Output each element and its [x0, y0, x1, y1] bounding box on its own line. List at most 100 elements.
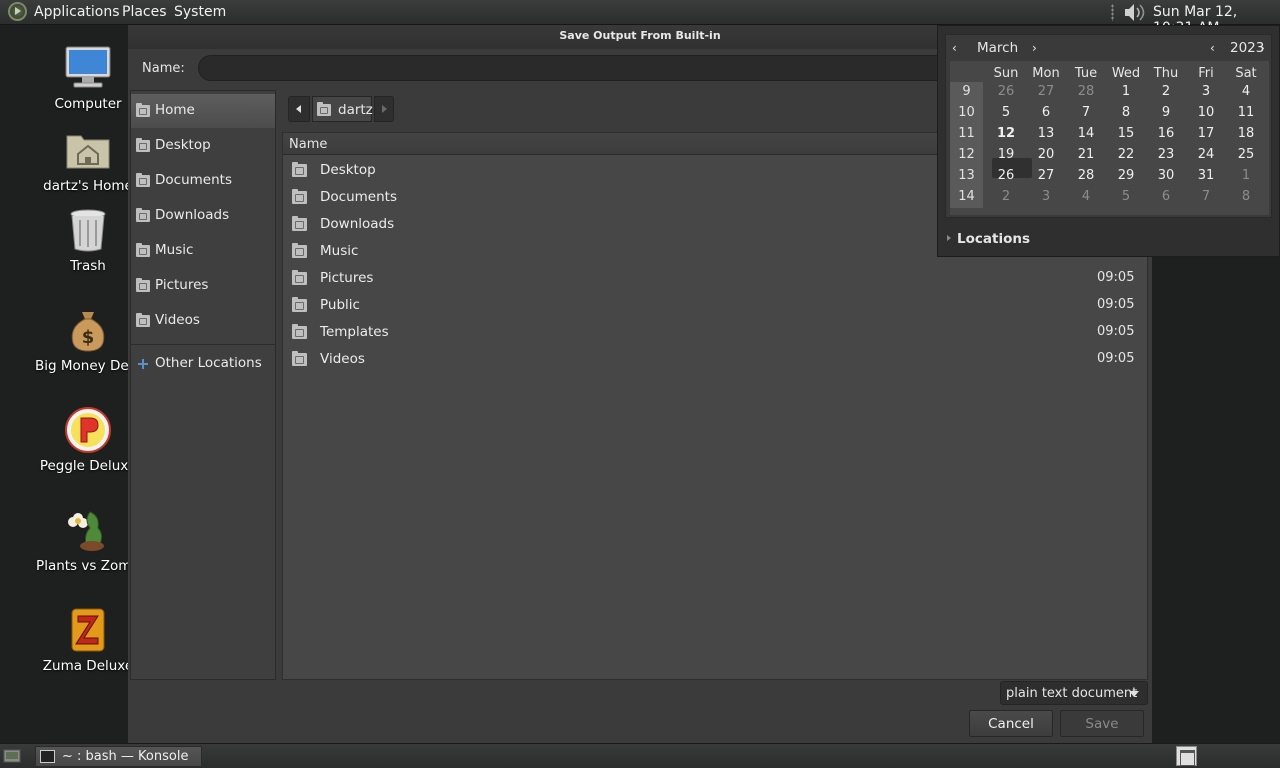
volume-icon[interactable] [1122, 2, 1146, 23]
sidebar-item-label: Documents [155, 172, 232, 188]
calendar-day[interactable]: 7 [1186, 187, 1226, 208]
save-button[interactable]: Save [1060, 710, 1144, 737]
next-month-button[interactable]: › [1032, 41, 1037, 55]
prev-year-button[interactable]: ‹ [1210, 41, 1215, 55]
calendar-day[interactable]: 24 [1186, 145, 1226, 166]
sidebar-item-label: Videos [155, 312, 200, 328]
calendar-widget: ‹ March › ‹ 2023 › Sun Mon Tue Wed Thu Fri Sat… [945, 34, 1272, 218]
calendar-day[interactable]: 2 [1146, 82, 1186, 103]
calendar-day[interactable]: 19 [986, 145, 1026, 166]
calendar-day[interactable]: 31 [1186, 166, 1226, 187]
places-sidebar: Home Desktop Documents Downloads Music P… [130, 90, 276, 680]
calendar-day[interactable]: 30 [1146, 166, 1186, 187]
next-year-button[interactable]: › [1260, 41, 1265, 55]
taskbar-item-konsole[interactable]: ~ : bash — Konsole [35, 746, 202, 767]
calendar-day[interactable]: 26 [986, 166, 1026, 187]
calendar-day[interactable]: 1 [1226, 166, 1266, 187]
calendar-day[interactable]: 13 [1026, 124, 1066, 145]
calendar-day[interactable]: 21 [1066, 145, 1106, 166]
calendar-day[interactable]: 18 [1226, 124, 1266, 145]
calendar-day[interactable]: 7 [1066, 103, 1106, 124]
places-menu[interactable]: Places [122, 4, 167, 20]
cancel-button[interactable]: Cancel [969, 710, 1053, 737]
calendar-day[interactable]: 25 [1226, 145, 1266, 166]
path-back-button[interactable] [288, 96, 310, 122]
distro-logo-icon[interactable] [8, 2, 27, 21]
calendar-day[interactable]: 11 [1226, 103, 1266, 124]
calendar-day[interactable]: 9 [1146, 103, 1186, 124]
applications-menu[interactable]: Applications [34, 4, 120, 20]
folder-icon [292, 351, 307, 366]
path-forward-button[interactable] [374, 96, 394, 122]
sidebar-item-videos[interactable]: Videos [131, 304, 275, 338]
file-name: Videos [320, 351, 365, 367]
calendar-day[interactable]: 27 [1026, 82, 1066, 103]
calendar-day[interactable]: 28 [1066, 166, 1106, 187]
file-name: Documents [320, 189, 397, 205]
calendar-day[interactable]: 8 [1106, 103, 1146, 124]
file-row[interactable]: Pictures 09:05 [283, 265, 1147, 292]
svg-text:$: $ [82, 327, 95, 348]
weekday-header: Thu [1153, 66, 1179, 81]
calendar-day[interactable]: 2 [986, 187, 1026, 208]
pictures-folder-icon [136, 278, 150, 292]
calendar-day[interactable]: 10 [1186, 103, 1226, 124]
calendar-day[interactable]: 29 [1106, 166, 1146, 187]
calendar-day[interactable]: 17 [1186, 124, 1226, 145]
file-row[interactable]: Videos 09:05 [283, 346, 1147, 373]
calendar-day[interactable]: 1 [1106, 82, 1146, 103]
sidebar-item-label: Home [155, 102, 195, 118]
workspace-switcher[interactable] [1176, 746, 1197, 766]
file-row[interactable]: Public 09:05 [283, 292, 1147, 319]
desktop-folder-icon [136, 138, 150, 152]
calendar-day[interactable]: 27 [1026, 166, 1066, 187]
path-crumb-home[interactable]: dartz [312, 96, 373, 122]
sidebar-item-home[interactable]: Home [131, 94, 275, 128]
calendar-day[interactable]: 20 [1026, 145, 1066, 166]
calendar-day[interactable]: 3 [1186, 82, 1226, 103]
calendar-day[interactable]: 3 [1026, 187, 1066, 208]
sidebar-item-downloads[interactable]: Downloads [131, 199, 275, 233]
sidebar-item-other-locations[interactable]: Other Locations [131, 347, 275, 381]
calendar-day[interactable]: 16 [1146, 124, 1186, 145]
calendar-day[interactable]: 22 [1106, 145, 1146, 166]
videos-folder-icon [136, 313, 150, 327]
calendar-day[interactable]: 4 [1066, 187, 1106, 208]
file-time: 09:05 [1097, 297, 1135, 312]
file-row[interactable]: Templates 09:05 [283, 319, 1147, 346]
sidebar-item-documents[interactable]: Documents [131, 164, 275, 198]
calendar-day[interactable]: 12 [986, 124, 1026, 145]
folder-icon [292, 162, 307, 177]
sidebar-item-pictures[interactable]: Pictures [131, 269, 275, 303]
plus-icon [138, 359, 148, 369]
expander-arrow-icon[interactable] [947, 235, 951, 241]
week-number: 12 [958, 147, 975, 162]
peggle-icon [65, 407, 111, 453]
calendar-day[interactable]: 4 [1226, 82, 1266, 103]
calendar-day[interactable]: 26 [986, 82, 1026, 103]
calendar-day[interactable]: 14 [1066, 124, 1106, 145]
file-type-value: plain text document [1006, 686, 1138, 701]
home-folder-icon [317, 102, 331, 116]
locations-expander[interactable]: Locations [957, 231, 1030, 247]
weekday-header: Tue [1074, 66, 1098, 81]
calendar-day[interactable]: 8 [1226, 187, 1266, 208]
prev-month-button[interactable]: ‹ [952, 41, 957, 55]
sidebar-item-music[interactable]: Music [131, 234, 275, 268]
weekday-header: Sat [1235, 66, 1257, 81]
show-desktop-icon[interactable] [3, 749, 21, 764]
file-type-dropdown[interactable]: plain text document [1000, 681, 1148, 705]
file-name: Desktop [320, 162, 376, 178]
weekday-header: Wed [1111, 66, 1141, 81]
calendar-day[interactable]: 6 [1146, 187, 1186, 208]
sidebar-item-desktop[interactable]: Desktop [131, 129, 275, 163]
calendar-day[interactable]: 6 [1026, 103, 1066, 124]
calendar-day[interactable]: 28 [1066, 82, 1106, 103]
calendar-day[interactable]: 23 [1146, 145, 1186, 166]
system-menu[interactable]: System [174, 4, 226, 20]
chevron-down-icon [1129, 691, 1139, 697]
calendar-day[interactable]: 5 [1106, 187, 1146, 208]
calendar-day[interactable]: 15 [1106, 124, 1146, 145]
calendar-day[interactable]: 5 [986, 103, 1026, 124]
filename-input[interactable] [198, 55, 1018, 81]
